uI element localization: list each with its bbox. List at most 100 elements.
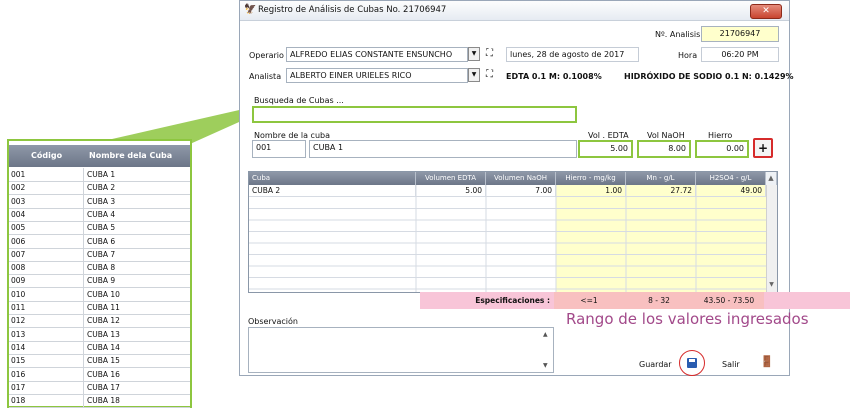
cuba-nombre: CUBA 4	[87, 209, 116, 219]
spec-mn: 8 - 32	[624, 292, 694, 309]
cuba-nombre: CUBA 5	[87, 223, 116, 233]
column-separator	[83, 394, 84, 408]
cuba-list-item[interactable]: 010 CUBA 10	[9, 287, 190, 302]
cuba-list-item[interactable]: 015 CUBA 15	[9, 354, 190, 369]
binoculars-icon[interactable]: ⛶	[486, 69, 493, 80]
cuba-codigo: 011	[11, 303, 26, 312]
column-separator	[83, 380, 84, 394]
column-separator	[83, 234, 84, 248]
operario-dropdown-button[interactable]: ▼	[468, 47, 480, 61]
hora-label: Hora	[678, 51, 698, 60]
col-codigo-header[interactable]: Código	[31, 151, 62, 160]
salir-label[interactable]: Salir	[722, 360, 740, 369]
nombre-cuba-field[interactable]: CUBA 1	[309, 140, 577, 158]
cuba-codigo: 012	[11, 316, 26, 326]
col-header-hierro[interactable]: Hierro - mg/kg	[556, 172, 626, 185]
close-button[interactable]: ✕	[750, 4, 782, 19]
range-annotation: Rango de los valores ingresados	[566, 310, 809, 328]
cuba-list-item[interactable]: 008 CUBA 8	[9, 261, 190, 276]
column-separator	[83, 367, 84, 381]
col-header-vol-naoh[interactable]: Volumen NaOH	[486, 172, 556, 185]
operario-select[interactable]: ALFREDO ELIAS CONSTANTE ENSUNCHO	[286, 47, 468, 62]
vol-edta-field[interactable]: 5.00	[578, 140, 633, 158]
column-separator	[83, 314, 84, 328]
app-icon: 🦅	[244, 4, 257, 15]
cuba-list-item[interactable]: 002 CUBA 2	[9, 181, 190, 196]
col-nombre-header[interactable]: Nombre dela Cuba	[89, 151, 172, 160]
column-separator	[83, 194, 84, 208]
cuba-list-item[interactable]: 006 CUBA 6	[9, 234, 190, 249]
analista-label: Analista	[249, 72, 282, 81]
column-separator	[83, 354, 84, 368]
specifications-label: Especificaciones :	[475, 296, 550, 305]
grid-scrollbar[interactable]	[766, 185, 777, 292]
cuba-list-item[interactable]: 003 CUBA 3	[9, 194, 190, 209]
binoculars-icon[interactable]: ⛶	[486, 48, 493, 59]
edta-concentration: EDTA 0.1 M: 0.1008%	[506, 72, 602, 81]
cuba-codigo: 009	[11, 276, 26, 286]
cuba-list-item[interactable]: 007 CUBA 7	[9, 247, 190, 262]
analisis-number-field: 21706947	[701, 26, 779, 42]
cuba-list-item[interactable]: 004 CUBA 4	[9, 207, 190, 222]
vol-naoh-field[interactable]: 8.00	[637, 140, 691, 158]
cuba-codigo: 004	[11, 209, 26, 219]
exit-door-icon[interactable]: 🚪	[760, 355, 774, 368]
window-title: Registro de Análisis de Cubas No. 217069…	[258, 5, 447, 15]
cuba-list-item[interactable]: 001 CUBA 1	[9, 168, 190, 182]
vol-edta-label: Vol . EDTA	[588, 131, 629, 140]
cuba-list-item[interactable]: 009 CUBA 9	[9, 274, 190, 289]
column-separator	[83, 181, 84, 195]
nombre-cuba-label: Nombre de la cuba	[254, 131, 330, 140]
cuba-codigo: 016	[11, 369, 26, 379]
column-separator	[83, 340, 84, 354]
observacion-scroll-up-icon[interactable]: ▲	[543, 331, 548, 338]
add-cuba-button[interactable]: +	[753, 138, 773, 158]
column-separator	[83, 274, 84, 288]
col-header-cuba[interactable]: Cuba	[249, 172, 416, 185]
cuba-nombre: CUBA 3	[87, 196, 116, 206]
scroll-down-icon[interactable]: ▼	[766, 281, 777, 288]
column-separator	[83, 168, 84, 181]
cubas-list-panel: Código Nombre dela Cuba 001 CUBA 1 002 CUBA…	[7, 139, 192, 408]
cuba-list-item[interactable]: 013 CUBA 13	[9, 327, 190, 342]
cubas-list-header: Código Nombre dela Cuba	[9, 145, 190, 167]
observacion-scroll-down-icon[interactable]: ▼	[543, 362, 548, 369]
analista-dropdown-button[interactable]: ▼	[468, 68, 480, 82]
codigo-cuba-field[interactable]: 001	[252, 140, 306, 158]
cuba-codigo: 006	[11, 236, 26, 246]
hierro-field[interactable]: 0.00	[695, 140, 749, 158]
cuba-nombre: CUBA 17	[87, 382, 120, 392]
cuba-list-item[interactable]: 011 CUBA 11	[9, 301, 190, 315]
cuba-list-item[interactable]: 017 CUBA 17	[9, 380, 190, 395]
observacion-label: Observación	[248, 317, 298, 326]
col-header-vol-edta[interactable]: Volumen EDTA	[416, 172, 486, 185]
plus-icon: +	[757, 141, 769, 155]
guardar-label[interactable]: Guardar	[639, 360, 672, 369]
cuba-list-item[interactable]: 016 CUBA 16	[9, 367, 190, 382]
spec-hierro: <=1	[554, 292, 624, 309]
column-separator	[83, 327, 84, 341]
column-separator	[83, 207, 84, 221]
grid-lines	[249, 185, 766, 292]
search-input[interactable]	[252, 106, 577, 123]
cuba-codigo: 002	[11, 183, 26, 193]
cuba-nombre: CUBA 14	[87, 342, 120, 352]
col-header-mn[interactable]: Mn - g/L	[626, 172, 696, 185]
cuba-codigo: 015	[11, 356, 26, 366]
column-separator	[83, 287, 84, 301]
col-header-h2so4[interactable]: H2SO4 - g/L	[696, 172, 766, 185]
cuba-list-item[interactable]: 012 CUBA 12	[9, 314, 190, 329]
search-label: Busqueda de Cubas ...	[254, 96, 344, 105]
cuba-nombre: CUBA 13	[87, 329, 120, 339]
cuba-list-item[interactable]: 014 CUBA 14	[9, 340, 190, 355]
cuba-nombre: CUBA 1	[87, 170, 116, 179]
cuba-list-item[interactable]: 005 CUBA 5	[9, 221, 190, 236]
observacion-textarea[interactable]	[248, 327, 554, 373]
scroll-up-icon[interactable]: ▲	[766, 172, 777, 185]
guardar-button[interactable]	[679, 350, 705, 376]
analista-select[interactable]: ALBERTO EINER URIELES RICO	[286, 68, 468, 83]
cuba-codigo: 008	[11, 263, 26, 273]
cuba-codigo: 013	[11, 329, 26, 339]
cuba-codigo: 010	[11, 289, 26, 299]
cuba-list-item[interactable]: 018 CUBA 18	[9, 394, 190, 408]
